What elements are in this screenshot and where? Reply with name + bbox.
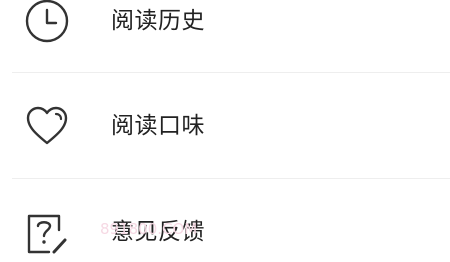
settings-menu: 阅读历史 阅读口味 意见反馈 891800.COM bbox=[0, 0, 450, 254]
clock-icon bbox=[23, 0, 71, 45]
menu-item-label: 阅读历史 bbox=[111, 8, 205, 34]
menu-item-label: 阅读口味 bbox=[111, 113, 205, 139]
divider bbox=[12, 178, 450, 179]
menu-item-reading-taste[interactable]: 阅读口味 bbox=[0, 96, 450, 156]
divider bbox=[12, 72, 450, 73]
menu-item-feedback[interactable]: 意见反馈 bbox=[0, 202, 450, 262]
heart-icon bbox=[23, 102, 71, 150]
menu-item-reading-history[interactable]: 阅读历史 bbox=[0, 0, 450, 51]
feedback-icon bbox=[23, 208, 71, 256]
menu-item-label: 意见反馈 bbox=[111, 219, 205, 245]
